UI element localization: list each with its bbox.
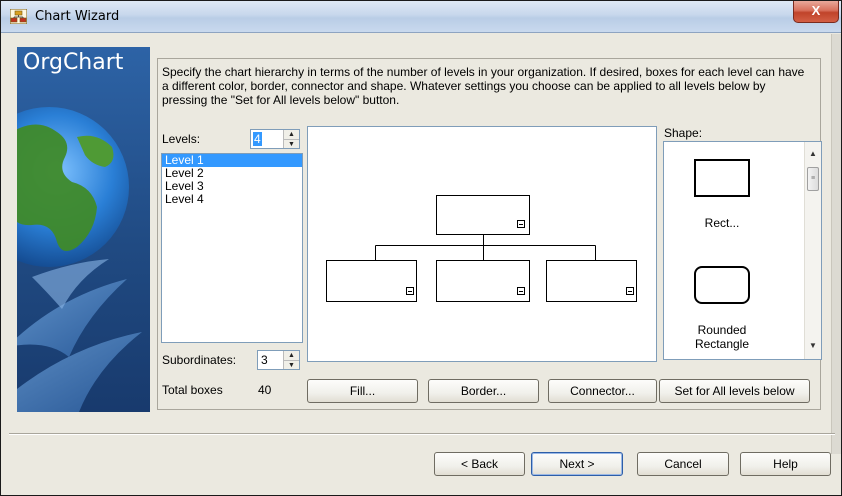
shape-scrollbar[interactable]: ▲ ≡ ▼ xyxy=(804,142,821,359)
next-button[interactable]: Next > xyxy=(531,452,623,476)
levels-label: Levels: xyxy=(162,132,201,146)
shape-list[interactable]: Rect... Rounded Rectangle ▲ ≡ ▼ xyxy=(663,141,822,360)
preview-top-box xyxy=(436,195,530,235)
total-boxes-value: 40 xyxy=(258,383,272,397)
instructions-text: Specify the chart hierarchy in terms of … xyxy=(162,65,805,107)
shape-option-rect-label[interactable]: Rect... xyxy=(674,216,770,230)
title-bar[interactable]: Chart Wizard X xyxy=(1,1,841,33)
levels-value[interactable]: 4 xyxy=(253,132,262,146)
chart-preview xyxy=(307,126,657,362)
close-icon: X xyxy=(811,3,821,18)
rounded-rectangle-shape-icon[interactable] xyxy=(694,266,750,304)
shape-option-rounded-label[interactable]: Rounded Rectangle xyxy=(674,323,770,351)
subordinates-label: Subordinates: xyxy=(162,353,237,367)
globe-graphic xyxy=(17,107,142,412)
connector-button[interactable]: Connector... xyxy=(548,379,657,403)
total-boxes-label: Total boxes xyxy=(162,383,223,397)
footer-separator xyxy=(9,433,835,435)
spin-up-icon[interactable]: ▲ xyxy=(284,351,299,360)
spin-up-icon[interactable]: ▲ xyxy=(284,130,299,139)
window-title: Chart Wizard xyxy=(35,9,120,24)
rectangle-shape-icon[interactable] xyxy=(694,159,750,197)
levels-spinner[interactable]: 4 ▲ ▼ xyxy=(250,129,300,149)
orgchart-banner: OrgChart xyxy=(17,47,150,412)
preview-child-box-2 xyxy=(436,260,530,302)
orgchart-app-icon xyxy=(10,9,27,24)
help-button[interactable]: Help xyxy=(740,452,831,476)
border-button[interactable]: Border... xyxy=(428,379,539,403)
org-chart-preview-graphic xyxy=(326,195,637,302)
spin-down-icon[interactable]: ▼ xyxy=(284,360,299,369)
window-edge xyxy=(831,34,841,454)
subordinates-value[interactable]: 3 xyxy=(260,353,269,367)
preview-child-box-3 xyxy=(546,260,637,302)
preview-connector xyxy=(375,234,596,261)
scroll-thumb[interactable]: ≡ xyxy=(807,167,819,191)
subordinates-spinner-buttons[interactable]: ▲ ▼ xyxy=(283,351,299,369)
levels-list[interactable]: Level 1 Level 2 Level 3 Level 4 xyxy=(161,153,303,343)
preview-child-box-1 xyxy=(326,260,417,302)
banner-title: OrgChart xyxy=(23,50,124,75)
levels-spinner-buttons[interactable]: ▲ ▼ xyxy=(283,130,299,148)
fill-button[interactable]: Fill... xyxy=(307,379,418,403)
subordinates-spinner[interactable]: 3 ▲ ▼ xyxy=(257,350,300,370)
spin-down-icon[interactable]: ▼ xyxy=(284,139,299,148)
scroll-down-icon[interactable]: ▼ xyxy=(805,338,821,354)
cancel-button[interactable]: Cancel xyxy=(637,452,729,476)
list-item-level-4[interactable]: Level 4 xyxy=(162,193,302,206)
chart-wizard-window: Chart Wizard X OrgChart Specify the char… xyxy=(0,0,842,496)
set-for-all-levels-button[interactable]: Set for All levels below xyxy=(659,379,810,403)
back-button[interactable]: < Back xyxy=(434,452,525,476)
shape-label: Shape: xyxy=(664,126,703,140)
scroll-up-icon[interactable]: ▲ xyxy=(805,146,821,162)
close-button[interactable]: X xyxy=(793,1,839,23)
